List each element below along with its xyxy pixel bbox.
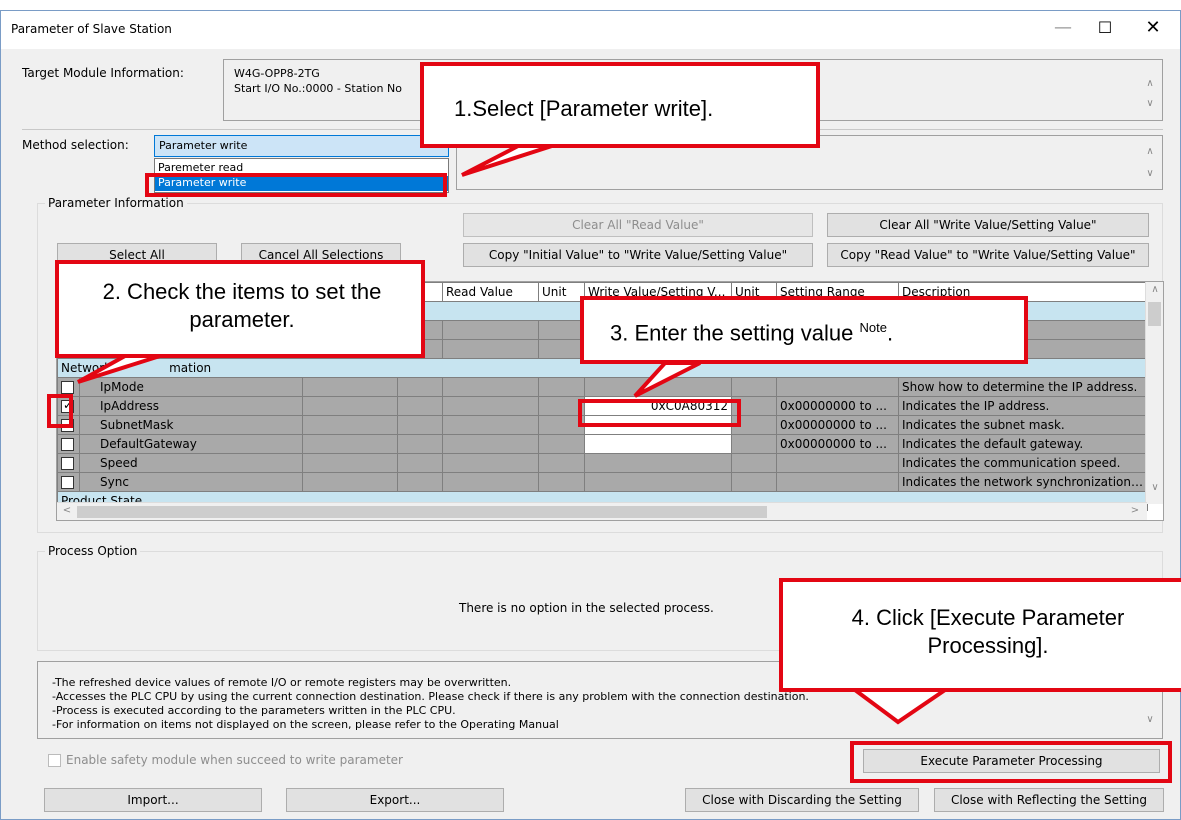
callout-3-text: 3. Enter the setting value Note. (610, 320, 893, 346)
callout-2-pointer (77, 354, 161, 384)
callout-2-text: 2. Check the items to set the parameter. (102, 279, 382, 332)
callout-select-parameter-write: 1.Select [Parameter write]. (420, 62, 820, 148)
callout-4-text: 4. Click [Execute Parameter Processing]. (851, 605, 1125, 658)
callout-1-text: 1.Select [Parameter write]. (454, 96, 714, 121)
callout-1-pointer (461, 143, 556, 177)
callout-3-note: Note (859, 320, 887, 335)
callout-3-pointer (633, 361, 701, 398)
callout-click-execute: 4. Click [Execute Parameter Processing]. (779, 578, 1181, 692)
callout-enter-value: 3. Enter the setting value Note. (580, 296, 1028, 364)
callout-3-end: . (886, 320, 894, 346)
callout-3-main: 3. Enter the setting value (610, 320, 854, 346)
callout-check-items: 2. Check the items to set the parameter. (55, 260, 425, 358)
callout-4-pointer (848, 688, 952, 725)
